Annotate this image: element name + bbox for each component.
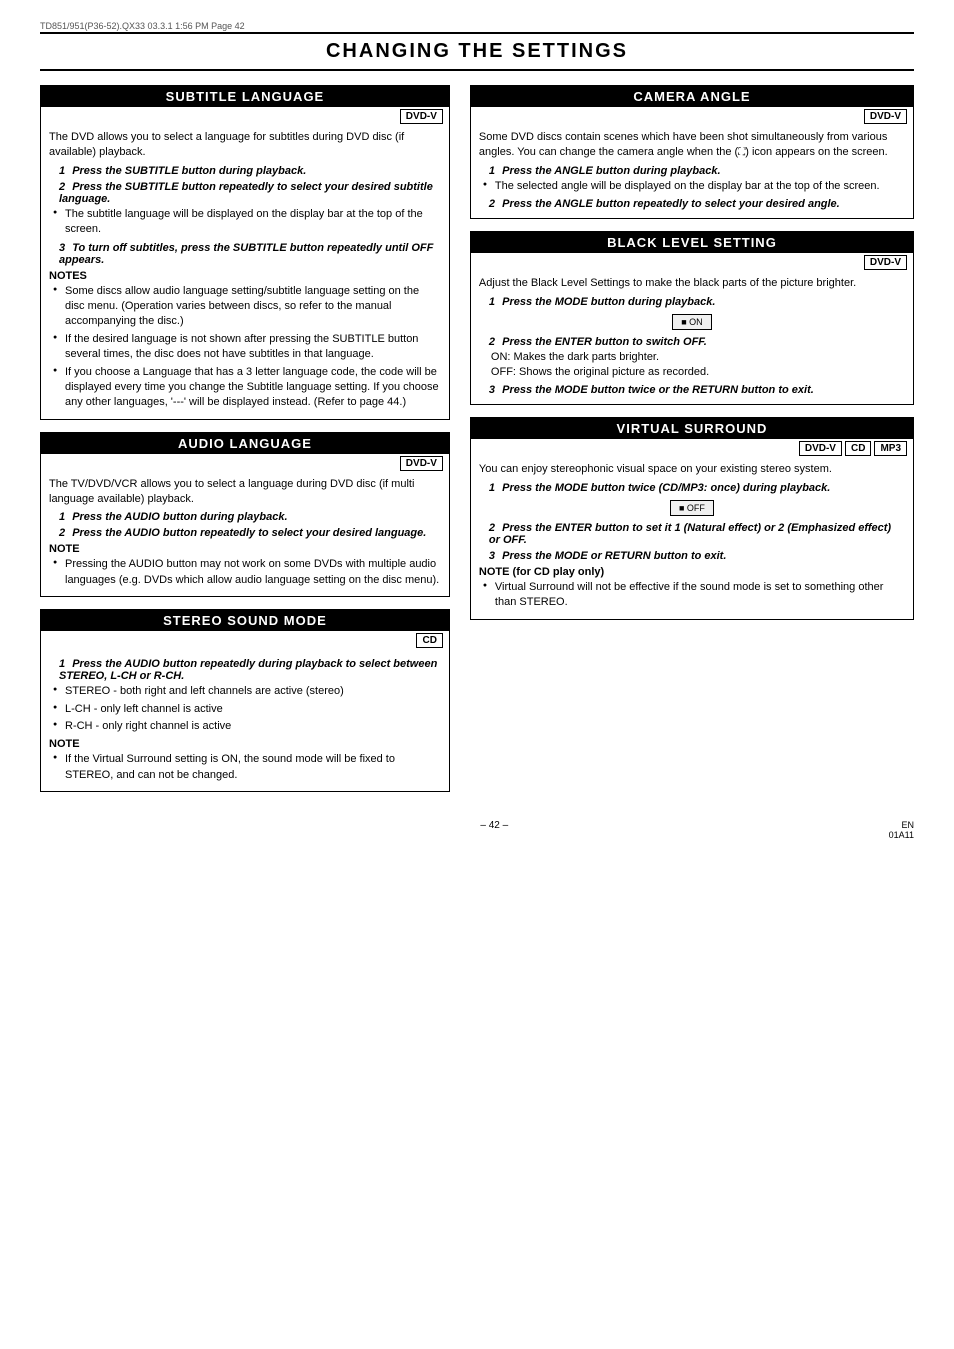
vs-mp3-badge: MP3	[874, 441, 907, 456]
vs-step2: 2 Press the ENTER button to set it 1 (Na…	[479, 522, 905, 546]
left-column: SUBTITLE LANGUAGE DVD-V The DVD allows y…	[40, 85, 450, 804]
subtitle-notes-label: NOTES	[49, 270, 441, 282]
audio-language-title: AUDIO LANGUAGE	[41, 433, 449, 454]
footer-page: – 42 –	[100, 820, 889, 840]
stereo-sound-content: 1 Press the AUDIO button repeatedly duri…	[41, 650, 449, 791]
subtitle-note1: Some discs allow audio language setting/…	[53, 284, 441, 330]
camera-intro: Some DVD discs contain scenes which have…	[479, 130, 905, 161]
vs-note-label: NOTE (for CD play only)	[479, 566, 905, 578]
audio-note1: Pressing the AUDIO button may not work o…	[53, 557, 441, 588]
stereo-bullet3: R-CH - only right channel is active	[53, 719, 441, 734]
subtitle-bullet1: The subtitle language will be displayed …	[53, 207, 441, 238]
black-dvd-badge: DVD-V	[864, 255, 907, 270]
stereo-bullet2: L-CH - only left channel is active	[53, 702, 441, 717]
subtitle-step2: 2 Press the SUBTITLE button repeatedly t…	[49, 181, 441, 205]
audio-notes: Pressing the AUDIO button may not work o…	[49, 557, 441, 588]
virtual-surround-title: VIRTUAL SURROUND	[471, 418, 913, 439]
virtual-surround-section: VIRTUAL SURROUND DVD-V CD MP3 You can en…	[470, 417, 914, 619]
stereo-step1: 1 Press the AUDIO button repeatedly duri…	[49, 658, 441, 682]
subtitle-step3: 3 To turn off subtitles, press the SUBTI…	[49, 242, 441, 266]
vs-step1: 1 Press the MODE button twice (CD/MP3: o…	[479, 482, 905, 494]
stereo-note-label: NOTE	[49, 738, 441, 750]
footer-left	[40, 820, 100, 840]
audio-language-section: AUDIO LANGUAGE DVD-V The TV/DVD/VCR allo…	[40, 432, 450, 598]
audio-step1: 1 Press the AUDIO button during playback…	[49, 511, 441, 523]
right-column: CAMERA ANGLE DVD-V Some DVD discs contai…	[470, 85, 914, 804]
main-title: CHANGING THE SETTINGS	[40, 32, 914, 71]
vs-indicator-off: ■ OFF	[670, 500, 714, 516]
subtitle-step1: 1 Press the SUBTITLE button during playb…	[49, 165, 441, 177]
audio-step2: 2 Press the AUDIO button repeatedly to s…	[49, 527, 441, 539]
virtual-surround-content: You can enjoy stereophonic visual space …	[471, 458, 913, 618]
camera-dvd-badge: DVD-V	[864, 109, 907, 124]
stereo-bullets: STEREO - both right and left channels ar…	[49, 684, 441, 734]
vs-note1: Virtual Surround will not be effective i…	[483, 580, 905, 611]
camera-angle-section: CAMERA ANGLE DVD-V Some DVD discs contai…	[470, 85, 914, 219]
audio-dvd-badge: DVD-V	[400, 456, 443, 471]
subtitle-language-section: SUBTITLE LANGUAGE DVD-V The DVD allows y…	[40, 85, 450, 420]
black-level-content: Adjust the Black Level Settings to make …	[471, 272, 913, 404]
vs-dvd-badge: DVD-V	[799, 441, 842, 456]
camera-step2: 2 Press the ANGLE button repeatedly to s…	[479, 198, 905, 210]
black-level-title: BLACK LEVEL SETTING	[471, 232, 913, 253]
subtitle-bullets: The subtitle language will be displayed …	[49, 207, 441, 238]
stereo-note1: If the Virtual Surround setting is ON, t…	[53, 752, 441, 783]
stereo-cd-badge: CD	[416, 633, 442, 648]
subtitle-notes: Some discs allow audio language setting/…	[49, 284, 441, 411]
vs-step3: 3 Press the MODE or RETURN button to exi…	[479, 550, 905, 562]
audio-intro: The TV/DVD/VCR allows you to select a la…	[49, 477, 441, 508]
footer-code: 01A11	[889, 830, 914, 840]
footer-lang: EN	[901, 820, 914, 830]
stereo-bullet1: STEREO - both right and left channels ar…	[53, 684, 441, 699]
stereo-notes: If the Virtual Surround setting is ON, t…	[49, 752, 441, 783]
stereo-sound-section: STEREO SOUND MODE CD 1 Press the AUDIO b…	[40, 609, 450, 792]
subtitle-language-content: The DVD allows you to select a language …	[41, 126, 449, 419]
black-on-desc: ON: Makes the dark parts brighter.	[491, 350, 905, 365]
audio-note-label: NOTE	[49, 543, 441, 555]
page-footer: – 42 – EN 01A11	[40, 820, 914, 840]
audio-language-content: The TV/DVD/VCR allows you to select a la…	[41, 473, 449, 597]
black-intro: Adjust the Black Level Settings to make …	[479, 276, 905, 291]
camera-bullets: The selected angle will be displayed on …	[479, 179, 905, 194]
vs-notes: Virtual Surround will not be effective i…	[479, 580, 905, 611]
stereo-sound-title: STEREO SOUND MODE	[41, 610, 449, 631]
vs-indicator-off-container: ■ OFF	[479, 500, 905, 516]
page-header: TD851/951(P36-52).QX33 03.3.1 1:56 PM Pa…	[40, 20, 914, 32]
black-off-desc: OFF: Shows the original picture as recor…	[491, 365, 905, 380]
subtitle-dvd-badge: DVD-V	[400, 109, 443, 124]
camera-angle-title: CAMERA ANGLE	[471, 86, 913, 107]
camera-angle-content: Some DVD discs contain scenes which have…	[471, 126, 913, 218]
subtitle-intro: The DVD allows you to select a language …	[49, 130, 441, 161]
camera-step1: 1 Press the ANGLE button during playback…	[479, 165, 905, 177]
footer-right: EN 01A11	[889, 820, 914, 840]
black-step3: 3 Press the MODE button twice or the RET…	[479, 384, 905, 396]
vs-intro: You can enjoy stereophonic visual space …	[479, 462, 905, 477]
black-step2: 2 Press the ENTER button to switch OFF.	[479, 336, 905, 348]
camera-bullet1: The selected angle will be displayed on …	[483, 179, 905, 194]
black-step1: 1 Press the MODE button during playback.	[479, 296, 905, 308]
subtitle-note2: If the desired language is not shown aft…	[53, 332, 441, 363]
subtitle-language-title: SUBTITLE LANGUAGE	[41, 86, 449, 107]
black-level-section: BLACK LEVEL SETTING DVD-V Adjust the Bla…	[470, 231, 914, 405]
black-indicator-on: ■ ON	[672, 314, 711, 330]
black-indicator-on-container: ■ ON	[479, 314, 905, 330]
vs-cd-badge: CD	[845, 441, 871, 456]
subtitle-note3: If you choose a Language that has a 3 le…	[53, 365, 441, 411]
